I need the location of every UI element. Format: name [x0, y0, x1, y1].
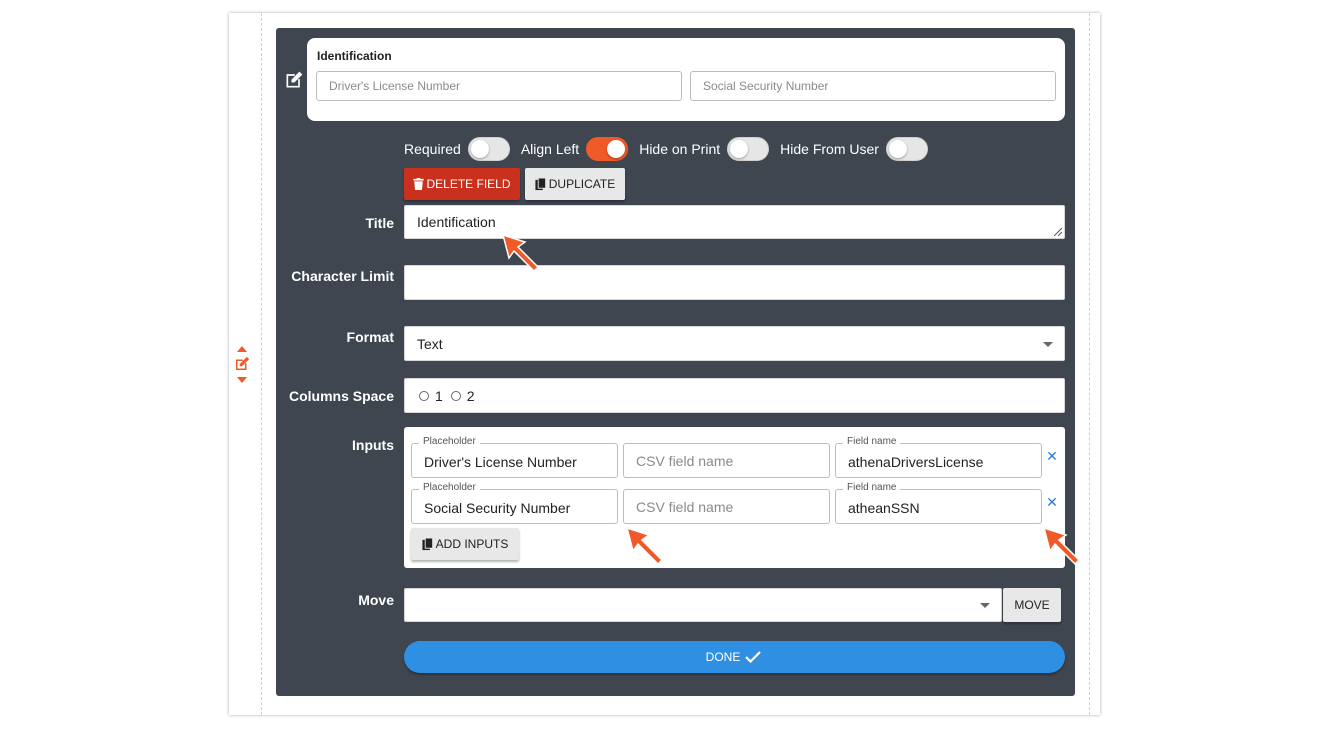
toggle-label-required: Required — [404, 141, 461, 157]
duplicate-label: DUPLICATE — [548, 177, 616, 191]
toggle-label-hide-on-print: Hide on Print — [639, 141, 721, 157]
columns-radio-1-label: 1 — [435, 387, 443, 404]
toggle-label-hide-from-user: Hide From User — [780, 141, 879, 157]
copy-icon — [535, 177, 546, 190]
field-name-input-1[interactable]: Field name athenaDriversLicense — [835, 436, 1042, 478]
move-button-label: MOVE — [1014, 598, 1050, 612]
preview-input-drivers-license[interactable]: Driver's License Number — [316, 71, 682, 101]
columns-space-label: Columns Space — [288, 388, 394, 404]
placeholder-input-2[interactable]: Placeholder Social Security Number — [411, 482, 618, 524]
format-value: Text — [417, 336, 443, 352]
annotation-arrow-icon — [1042, 526, 1081, 566]
duplicate-button[interactable]: DUPLICATE — [525, 168, 625, 200]
placeholder-float-label: Placeholder — [419, 436, 480, 448]
check-icon — [745, 651, 762, 663]
toggle-hide-on-print[interactable] — [727, 137, 770, 161]
edit-icon[interactable] — [284, 70, 304, 90]
placeholder-input-1[interactable]: Placeholder Driver's License Number — [411, 436, 618, 478]
annotation-arrow-icon — [625, 526, 664, 566]
placeholder-value: Driver's License Number — [424, 454, 577, 470]
placeholder-float-label: Placeholder — [419, 482, 480, 494]
remove-icon[interactable]: ✕ — [1046, 495, 1058, 509]
resize-handle-icon[interactable] — [1054, 228, 1062, 236]
guide-line-left — [261, 13, 262, 715]
chevron-down-icon — [1043, 342, 1053, 347]
toggle-label-align-left: Align Left — [520, 141, 580, 157]
toggle-required[interactable] — [467, 137, 510, 161]
move-select[interactable] — [404, 588, 1002, 622]
inputs-label: Inputs — [352, 437, 394, 453]
move-up-icon[interactable] — [237, 346, 247, 352]
field-preview: Identification Driver's License Number S… — [307, 38, 1065, 121]
csv-field-input-2[interactable]: CSV field name — [623, 489, 830, 524]
title-label: Title — [365, 215, 394, 231]
copy-icon — [422, 537, 433, 550]
title-value: Identification — [417, 214, 496, 230]
placeholder-value: Social Security Number — [424, 500, 571, 516]
preview-title: Identification — [317, 49, 392, 63]
add-inputs-label: ADD INPUTS — [435, 537, 509, 551]
guide-line-right — [1089, 13, 1090, 715]
field-name-value: athenaDriversLicense — [848, 454, 984, 470]
move-down-icon[interactable] — [237, 377, 247, 383]
columns-radio-2-label: 2 — [466, 387, 475, 404]
delete-field-button[interactable]: DELETE FIELD — [404, 168, 520, 200]
done-button[interactable]: DONE — [404, 641, 1065, 673]
field-name-value: atheanSSN — [848, 500, 920, 516]
columns-space-radios: 1 2 — [404, 378, 1065, 413]
edit-icon[interactable] — [233, 355, 251, 375]
move-label: Move — [358, 592, 394, 608]
format-select[interactable]: Text — [404, 326, 1065, 361]
add-inputs-button[interactable]: ADD INPUTS — [411, 528, 519, 560]
csv-field-input-1[interactable]: CSV field name — [623, 443, 830, 478]
format-label: Format — [346, 329, 394, 345]
remove-icon[interactable]: ✕ — [1046, 449, 1058, 463]
columns-radio-1[interactable] — [419, 390, 429, 401]
field-name-input-2[interactable]: Field name atheanSSN — [835, 482, 1042, 524]
trash-icon — [413, 178, 425, 190]
field-name-float-label: Field name — [843, 436, 901, 448]
annotation-arrow-icon — [501, 233, 540, 273]
field-handle[interactable] — [233, 345, 251, 391]
delete-field-label: DELETE FIELD — [426, 177, 511, 191]
done-label: DONE — [705, 650, 741, 664]
page: Identification Driver's License Number S… — [0, 0, 1323, 732]
columns-radio-2[interactable] — [450, 390, 461, 401]
character-limit-label: Character Limit — [291, 268, 394, 284]
toggle-align-left[interactable] — [586, 137, 629, 161]
move-button[interactable]: MOVE — [1003, 588, 1061, 622]
preview-input-ssn[interactable]: Social Security Number — [690, 71, 1056, 101]
field-toggles: Required Align Left Hide on Print Hide F… — [404, 137, 939, 161]
field-name-float-label: Field name — [843, 482, 901, 494]
toggle-hide-from-user[interactable] — [885, 137, 928, 161]
chevron-down-icon — [980, 603, 990, 608]
